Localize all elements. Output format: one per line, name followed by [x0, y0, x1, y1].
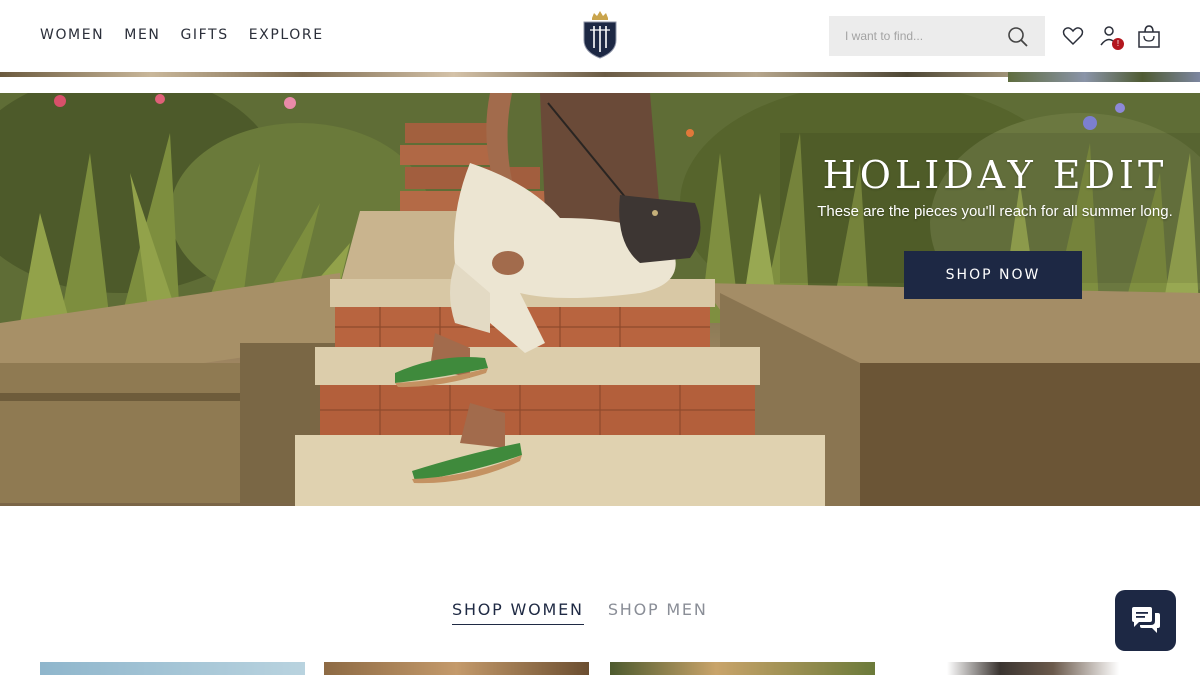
header-image-strip	[0, 72, 1200, 92]
product-card-image[interactable]	[610, 662, 875, 675]
search-icon[interactable]	[1007, 26, 1029, 48]
search-input[interactable]	[845, 29, 1005, 43]
category-tabs: SHOP WOMEN SHOP MEN	[452, 600, 708, 625]
nav-gifts[interactable]: GIFTS	[180, 27, 228, 43]
hero-banner[interactable]: HOLIDAY EDIT These are the pieces you'll…	[0, 93, 1200, 506]
crest-logo-icon[interactable]	[580, 10, 620, 60]
tab-shop-men[interactable]: SHOP MEN	[608, 600, 708, 625]
tab-shop-women[interactable]: SHOP WOMEN	[452, 600, 584, 625]
hero-subtitle: These are the pieces you'll reach for al…	[817, 203, 1173, 220]
nav-explore[interactable]: EXPLORE	[249, 27, 324, 43]
hero-title: HOLIDAY EDIT	[822, 153, 1168, 197]
strip-band-right	[1008, 72, 1200, 82]
product-card-image[interactable]	[324, 662, 589, 675]
nav-women[interactable]: WOMEN	[40, 27, 104, 43]
chat-bubbles-icon	[1132, 607, 1160, 633]
account-alert-badge: !	[1112, 38, 1124, 50]
chat-button[interactable]	[1115, 590, 1176, 651]
strip-band-left	[0, 72, 1008, 77]
shopping-bag-icon[interactable]	[1136, 24, 1160, 48]
site-header: WOMEN MEN GIFTS EXPLORE I want to find..…	[0, 0, 1200, 72]
search-bar	[829, 16, 1045, 56]
product-card-image[interactable]	[894, 662, 1159, 675]
shop-now-button[interactable]: SHOP NOW	[904, 251, 1082, 299]
product-card-image[interactable]	[40, 662, 305, 675]
hero-text-block: HOLIDAY EDIT These are the pieces you'll…	[790, 153, 1200, 220]
main-nav: WOMEN MEN GIFTS EXPLORE	[40, 27, 324, 43]
heart-icon[interactable]	[1061, 24, 1085, 48]
nav-men[interactable]: MEN	[124, 27, 160, 43]
